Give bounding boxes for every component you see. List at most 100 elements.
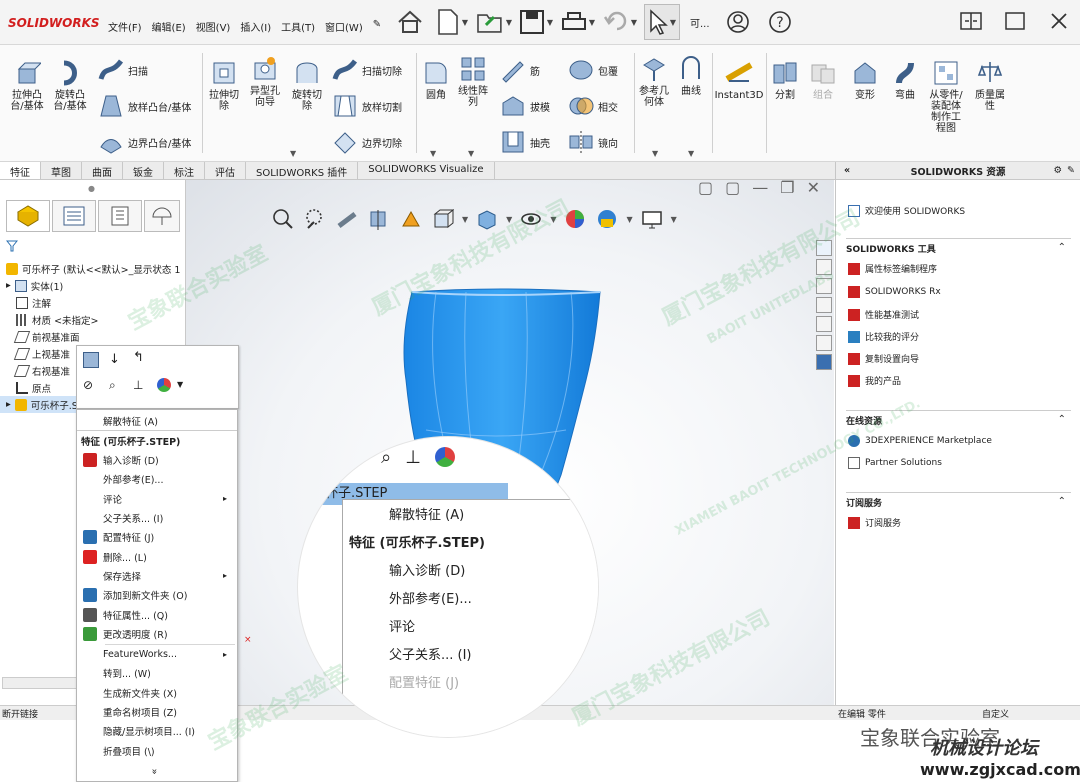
tree-item-material[interactable]: 材质 <未指定> (6, 311, 180, 328)
intersect-button[interactable]: 相交 (568, 93, 618, 119)
tool-link-my-products[interactable]: 我的产品 (848, 374, 901, 387)
hole-wizard-button[interactable]: 异型孔 向导 (246, 55, 284, 108)
mirror-button[interactable]: 镜向 (568, 129, 618, 155)
sweep-button[interactable]: 扫描 (98, 57, 148, 83)
context-menu-item[interactable]: 重命名树项目 (Z) (77, 703, 237, 722)
pin-icon[interactable]: ✎ (1067, 165, 1075, 176)
tree-item-annotations[interactable]: 注解 (6, 294, 180, 311)
tool-link-benchmark[interactable]: 性能基准测试 (848, 308, 919, 321)
print-icon[interactable]: ▼ (560, 4, 596, 40)
extrude-cut-button[interactable]: 拉伸切 除 (206, 59, 242, 112)
dimxpert-tab-icon[interactable] (144, 200, 180, 232)
normal-to-icon[interactable]: ⊥ (133, 378, 143, 392)
tab-evaluate[interactable]: 评估 (205, 162, 246, 179)
appearances-tab-icon[interactable] (816, 316, 832, 332)
collapse-pane-icon[interactable]: « (844, 165, 850, 176)
tab-visualize[interactable]: SOLIDWORKS Visualize (358, 162, 495, 179)
dropdown-arrow-icon[interactable]: ▼ (290, 149, 296, 158)
tool-link-copy-settings[interactable]: 复制设置向导 (848, 352, 919, 365)
context-menu-item[interactable]: 转到... (W) (77, 664, 237, 683)
tool-link-rx[interactable]: SOLIDWORKS Rx (848, 286, 941, 298)
hide-icon[interactable]: ⊘ (83, 378, 93, 392)
make-drawing-button[interactable]: 从零件/ 装配体 制作工 程图 (926, 59, 966, 134)
fillet-button[interactable]: 圆角 (420, 59, 452, 101)
context-menu-item[interactable]: 解散特征 (A) (77, 412, 237, 431)
open-folder-icon[interactable]: ▼ (476, 4, 512, 40)
context-menu-item[interactable]: 删除... (L) (77, 547, 237, 566)
linear-pattern-button[interactable]: 线性阵 列 (455, 55, 491, 108)
select-pointer-icon[interactable]: ▼ (644, 4, 680, 40)
context-menu-item[interactable]: 配置特征 (J) (77, 528, 237, 547)
help-icon[interactable]: ? (762, 4, 798, 40)
deform-button[interactable]: 变形 (850, 59, 880, 101)
tree-item-front-plane[interactable]: 前视基准面 (6, 328, 180, 345)
menu-file[interactable]: 文件(F) (108, 19, 142, 34)
wrap-button[interactable]: 包覆 (568, 57, 618, 83)
appearance-icon[interactable] (157, 378, 171, 392)
draft-button[interactable]: 拔模 (500, 93, 550, 119)
home-icon[interactable] (392, 4, 428, 40)
context-menu-item[interactable]: 更改透明度 (R) (77, 624, 237, 643)
curves-button[interactable]: 曲线 (676, 55, 706, 97)
tab-sketch[interactable]: 草图 (41, 162, 82, 179)
flex-button[interactable]: 弯曲 (890, 59, 920, 101)
panel-grip-icon[interactable]: ● (88, 184, 95, 193)
collapse-caret-icon[interactable]: ⌃ (1058, 414, 1066, 425)
mass-props-button[interactable]: 质量属 性 (970, 59, 1010, 112)
tree-item-solid-bodies[interactable]: ▸ 实体(1) (6, 277, 180, 294)
revolve-cut-button[interactable]: 旋转切 除 (288, 59, 326, 112)
shell-button[interactable]: 抽壳 (500, 129, 550, 155)
tool-link-property-tab[interactable]: 属性标签编制程序 (848, 262, 937, 275)
menu-view[interactable]: 视图(V) (196, 19, 231, 34)
context-menu-item[interactable]: 生成新文件夹 (X) (77, 683, 237, 702)
view-palette-tab-icon[interactable] (816, 297, 832, 313)
context-menu-item[interactable]: 特征属性... (Q) (77, 605, 237, 624)
context-menu-item[interactable]: 折叠项目 (\) (77, 741, 237, 760)
instant3d-button[interactable]: Instant3D (715, 59, 763, 101)
rib-button[interactable]: 筋 (500, 57, 540, 83)
undo-small-icon[interactable]: ↰ (133, 350, 144, 365)
context-menu-item[interactable]: 评论 ▸ (77, 489, 237, 508)
split-button[interactable]: 分割 (770, 59, 800, 101)
filter-icon[interactable] (5, 240, 19, 255)
custom-props-tab-icon[interactable] (816, 335, 832, 351)
undo-icon[interactable]: ▼ (602, 4, 638, 40)
dropdown-arrow-icon[interactable]: ▼ (177, 380, 183, 389)
config-manager-tab-icon[interactable] (98, 200, 142, 232)
maximize-icon[interactable] (1000, 6, 1030, 36)
boundary-boss-button[interactable]: 边界凸台/基体 (98, 129, 191, 155)
online-link-marketplace[interactable]: 3DEXPERIENCE Marketplace (848, 435, 992, 447)
tab-sheet-metal[interactable]: 钣金 (123, 162, 164, 179)
context-menu-item[interactable]: FeatureWorks... ▸ (77, 645, 237, 664)
context-menu-item[interactable]: 父子关系... (I) (77, 509, 237, 528)
restore-pane-icon[interactable] (956, 6, 986, 36)
pin-icon[interactable]: ✎ (373, 19, 381, 34)
combine-button[interactable]: 组合 (808, 59, 838, 101)
tool-link-compare-score[interactable]: 比较我的评分 (848, 330, 919, 343)
save-icon[interactable]: ▼ (518, 4, 554, 40)
expand-menu-icon[interactable]: » (149, 768, 160, 774)
home-tab-icon[interactable] (816, 240, 832, 256)
ref-geometry-button[interactable]: 参考几 何体 (636, 55, 672, 108)
new-doc-icon[interactable]: ▼ (434, 4, 470, 40)
welcome-link[interactable]: 欢迎使用 SOLIDWORKS (848, 204, 965, 217)
menu-window[interactable]: 窗口(W) (325, 19, 363, 34)
swept-cut-button[interactable]: 扫描切除 (332, 57, 402, 83)
lofted-cut-button[interactable]: 放样切割 (332, 93, 402, 119)
boundary-cut-button[interactable]: 边界切除 (332, 129, 402, 155)
context-menu-item[interactable]: 隐藏/显示树项目... (I) (77, 722, 237, 741)
menu-tools[interactable]: 工具(T) (281, 19, 315, 34)
loft-button[interactable]: 放样凸台/基体 (98, 93, 191, 119)
online-link-partners[interactable]: Partner Solutions (848, 457, 942, 469)
extrude-boss-button[interactable]: 拉伸凸 台/基体 (8, 59, 46, 112)
dropdown-arrow-icon[interactable]: ▼ (688, 149, 694, 158)
dropdown-arrow-icon[interactable]: ▼ (468, 149, 474, 158)
file-explorer-tab-icon[interactable] (816, 278, 832, 294)
collapse-caret-icon[interactable]: ⌃ (1058, 242, 1066, 253)
tab-annotation[interactable]: 标注 (164, 162, 205, 179)
subscription-link[interactable]: 订阅服务 (848, 516, 901, 529)
design-library-tab-icon[interactable] (816, 259, 832, 275)
dropdown-arrow-icon[interactable]: ▼ (430, 149, 436, 158)
tab-addins[interactable]: SOLIDWORKS 插件 (246, 162, 359, 179)
community-tab-icon[interactable] (816, 354, 832, 370)
